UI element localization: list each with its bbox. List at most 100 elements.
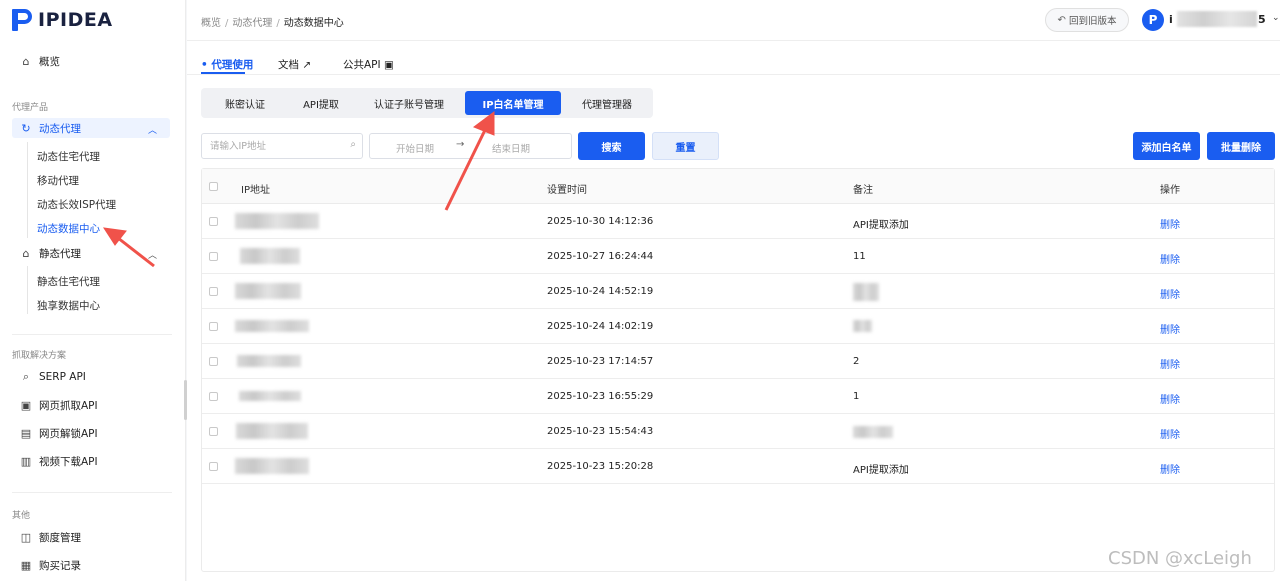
chevron-up-icon[interactable]: ︿: [148, 123, 157, 136]
row-checkbox[interactable]: [209, 462, 218, 471]
whitelist-table: IP地址 设置时间 备注 操作 2025-10-30 14:12:36 API提…: [201, 168, 1275, 572]
ip-redacted: [235, 213, 319, 229]
row-note: 11: [853, 251, 866, 262]
row-time: 2025-10-24 14:02:19: [547, 321, 654, 332]
image-icon: ▣: [20, 398, 32, 412]
breadcrumb-item[interactable]: 动态代理: [232, 18, 272, 29]
delete-link[interactable]: 删除: [1160, 426, 1180, 441]
row-checkbox[interactable]: [209, 392, 218, 401]
sidebar-item-overview[interactable]: ⌂ 概览: [0, 49, 186, 73]
tab-proxy-usage[interactable]: • 代理使用: [201, 57, 253, 72]
breadcrumb-item[interactable]: 概览: [201, 18, 221, 29]
row-checkbox[interactable]: [209, 217, 218, 226]
row-note: API提取添加: [853, 220, 909, 231]
sidebar-item-dynamic-proxy[interactable]: ↻ 动态代理: [0, 116, 186, 140]
add-whitelist-button[interactable]: 添加白名单: [1133, 132, 1200, 160]
tab-password-auth[interactable]: 账密认证: [205, 91, 285, 115]
back-to-old-version-button[interactable]: ↶ 回到旧版本: [1045, 8, 1129, 32]
sidebar-item-label: 静态代理: [39, 247, 81, 260]
end-date[interactable]: 结束日期: [492, 141, 530, 155]
user-name-suffix: 5: [1258, 13, 1266, 26]
tab-sub-account[interactable]: 认证子账号管理: [357, 91, 461, 115]
sidebar-item-purchase-records[interactable]: ▦ 购买记录: [0, 553, 186, 577]
sidebar-sub-dynamic-residential[interactable]: 动态住宅代理: [37, 149, 100, 164]
sidebar-sub-dedicated-dc[interactable]: 独享数据中心: [37, 298, 100, 313]
sidebar-item-video-download[interactable]: ▥ 视频下载API: [0, 449, 186, 473]
row-checkbox[interactable]: [209, 252, 218, 261]
sidebar-item-web-unlock[interactable]: ▤ 网页解锁API: [0, 421, 186, 445]
note-redacted: [853, 283, 879, 301]
undo-icon: ↶: [1057, 14, 1066, 26]
tab-api-extract[interactable]: API提取: [289, 91, 353, 115]
row-checkbox[interactable]: [209, 287, 218, 296]
breadcrumb-current: 动态数据中心: [283, 18, 344, 29]
sidebar-item-static-proxy[interactable]: ⌂ 静态代理: [0, 241, 186, 265]
watermark-text: CSDN @xcLeigh: [1108, 548, 1252, 569]
brand-logo[interactable]: IPIDEA: [12, 9, 113, 31]
tab-proxy-manager[interactable]: 代理管理器: [565, 91, 649, 115]
sidebar-item-web-scrape[interactable]: ▣ 网页抓取API: [0, 393, 186, 417]
chevron-up-icon[interactable]: ︿: [148, 248, 157, 261]
tab-public-api[interactable]: 公共API ▣: [343, 57, 394, 72]
table-header: IP地址 设置时间 备注 操作: [202, 169, 1274, 204]
sidebar-sub-mobile[interactable]: 移动代理: [37, 173, 79, 188]
sidebar-sub-datacenter[interactable]: 动态数据中心: [37, 221, 100, 236]
row-note: 2: [853, 356, 860, 367]
note-redacted: [853, 320, 872, 332]
unlock-icon: ▤: [20, 426, 32, 440]
tab-ip-whitelist[interactable]: IP白名单管理: [465, 91, 561, 115]
row-time: 2025-10-24 14:52:19: [547, 286, 654, 297]
chevron-down-icon[interactable]: ⌄: [1272, 13, 1280, 23]
ip-search-input[interactable]: [202, 134, 342, 158]
col-action: 操作: [1160, 185, 1180, 196]
reset-button[interactable]: 重置: [652, 132, 719, 160]
row-time: 2025-10-30 14:12:36: [547, 216, 654, 227]
avatar[interactable]: P: [1142, 9, 1164, 31]
sidebar-item-label: SERP API: [39, 371, 86, 383]
ip-redacted: [240, 248, 300, 264]
search-button[interactable]: 搜索: [578, 132, 645, 160]
delete-link[interactable]: 删除: [1160, 391, 1180, 406]
sidebar-item-serp-api[interactable]: ⌕ SERP API: [0, 365, 186, 389]
sidebar-sub-static-residential[interactable]: 静态住宅代理: [37, 274, 100, 289]
table-row: 2025-10-24 14:52:19 删除: [202, 274, 1274, 309]
col-ip: IP地址: [241, 185, 270, 196]
row-checkbox[interactable]: [209, 322, 218, 331]
submenu-line: [27, 142, 28, 238]
batch-delete-button[interactable]: 批量删除: [1207, 132, 1275, 160]
row-time: 2025-10-23 16:55:29: [547, 391, 654, 402]
sidebar-item-label: 概览: [39, 55, 60, 68]
ip-redacted: [236, 423, 308, 439]
date-range-picker[interactable]: 开始日期 → 结束日期: [369, 133, 572, 159]
table-row: 2025-10-23 15:54:43 删除: [202, 414, 1274, 449]
breadcrumb: 概览 / 动态代理 / 动态数据中心: [201, 18, 344, 29]
sidebar-sub-isp[interactable]: 动态长效ISP代理: [37, 197, 116, 212]
select-all-checkbox[interactable]: [209, 182, 218, 191]
delete-link[interactable]: 删除: [1160, 461, 1180, 476]
video-icon: ▥: [20, 454, 32, 468]
tab-docs[interactable]: 文档 ↗: [278, 57, 311, 72]
sidebar-item-quota[interactable]: ◫ 额度管理: [0, 525, 186, 549]
top-header: 概览 / 动态代理 / 动态数据中心 ↶ 回到旧版本 P i 5 ⌄: [187, 0, 1280, 41]
delete-link[interactable]: 删除: [1160, 251, 1180, 266]
delete-link[interactable]: 删除: [1160, 356, 1180, 371]
submenu-line: [27, 266, 28, 314]
delete-link[interactable]: 删除: [1160, 216, 1180, 231]
button-label: 回到旧版本: [1068, 16, 1117, 27]
search-icon[interactable]: ⌕: [350, 139, 356, 150]
row-checkbox[interactable]: [209, 427, 218, 436]
sidebar-item-label: 视频下载API: [39, 455, 98, 468]
divider: [12, 334, 172, 335]
sidebar: IPIDEA ⌂ 概览 代理产品 ↻ 动态代理 ︿ 动态住宅代理 移动代理 动态…: [0, 0, 187, 581]
sidebar-item-label: 网页解锁API: [39, 427, 98, 440]
delete-link[interactable]: 删除: [1160, 286, 1180, 301]
start-date[interactable]: 开始日期: [396, 141, 434, 155]
delete-link[interactable]: 删除: [1160, 321, 1180, 336]
sidebar-item-label: 动态代理: [39, 122, 81, 135]
row-checkbox[interactable]: [209, 357, 218, 366]
table-row: 2025-10-24 14:02:19 删除: [202, 309, 1274, 344]
col-time: 设置时间: [547, 185, 587, 196]
arrow-right-icon: →: [456, 139, 465, 150]
brand-name: IPIDEA: [38, 9, 113, 31]
tab-underline: [201, 72, 245, 74]
